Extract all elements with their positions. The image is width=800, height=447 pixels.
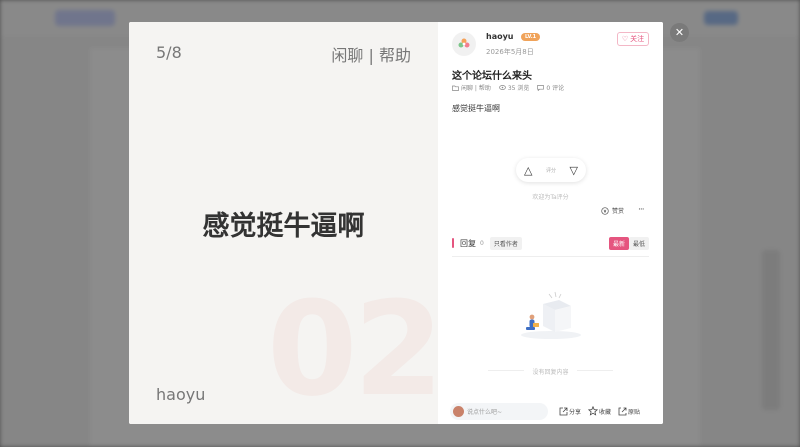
- post-date: 2026年5月8日: [486, 48, 534, 56]
- view-count-label: 35 浏览: [507, 85, 530, 92]
- sort-latest-button[interactable]: 最新: [608, 236, 629, 250]
- star-icon: [588, 406, 599, 416]
- comment-count: 0 评论: [537, 83, 564, 92]
- favorite-label: 收藏: [599, 408, 612, 416]
- more-options-button[interactable]: ···: [638, 205, 645, 215]
- post-content: 感觉挺牛逼啊: [452, 104, 500, 113]
- post-detail-panel: haoyu LV.1 2026年5月8日 ♡ 关注 这个论坛什么来头 闲聊 | …: [438, 22, 663, 424]
- share-icon: [559, 407, 568, 415]
- folder-icon: [452, 85, 459, 91]
- post-title: 这个论坛什么来头: [452, 71, 532, 82]
- image-viewer-panel: 02 5/8 闲聊 | 帮助 感觉挺牛逼啊 haoyu: [129, 22, 438, 424]
- upvote-button[interactable]: △: [524, 164, 532, 177]
- repost-label: 原贴: [628, 408, 641, 416]
- comment-placeholder: 说点什么吧~: [467, 408, 503, 416]
- favorite-button[interactable]: 收藏: [588, 406, 611, 416]
- reply-header: 回复 0 只看作者 最新 最低: [452, 236, 649, 250]
- watermark-number: 02: [267, 273, 438, 424]
- empty-box-illustration: [521, 291, 581, 339]
- rating-widget: △ 评分 ▽: [516, 158, 586, 182]
- reply-count: 0: [480, 239, 484, 247]
- comment-count-label: 0 评论: [546, 85, 565, 92]
- rating-hint: 欢迎为Ta评分: [532, 194, 569, 201]
- reply-sort-toggle: 最新 最低: [608, 236, 649, 250]
- post-footer: 说点什么吧~ 分享 收藏 原贴: [438, 398, 663, 424]
- post-viewer-modal: 02 5/8 闲聊 | 帮助 感觉挺牛逼啊 haoyu haoyu LV.1 2…: [129, 22, 663, 424]
- viewer-main-text: 感觉挺牛逼啊: [202, 211, 365, 242]
- viewer-author: haoyu: [156, 385, 206, 404]
- original-post-icon: [618, 407, 627, 415]
- post-meta: 闲聊 | 帮助 35 浏览 0 评论: [452, 83, 564, 92]
- tip-label: 赞赏: [612, 208, 625, 215]
- repost-button[interactable]: 原贴: [618, 406, 640, 416]
- user-avatar-small: [453, 405, 464, 417]
- sort-oldest-button[interactable]: 最低: [628, 236, 649, 250]
- follow-button[interactable]: ♡ 关注: [617, 32, 649, 46]
- heart-icon: ♡: [621, 35, 629, 43]
- reply-label: 回复: [460, 238, 476, 248]
- image-counter: 5/8: [156, 43, 182, 62]
- tip-button[interactable]: 赞赏: [601, 206, 624, 215]
- share-label: 分享: [569, 408, 582, 416]
- eye-icon: [498, 85, 506, 90]
- only-author-button[interactable]: 只看作者: [489, 236, 522, 250]
- comment-input[interactable]: 说点什么吧~: [450, 402, 548, 420]
- downvote-button[interactable]: ▽: [570, 164, 578, 177]
- rating-label: 评分: [545, 167, 556, 174]
- avatar[interactable]: [452, 32, 476, 56]
- post-category-label: 闲聊 | 帮助: [461, 85, 491, 92]
- coin-icon: [601, 206, 609, 215]
- post-category[interactable]: 闲聊 | 帮助: [452, 83, 491, 92]
- view-count: 35 浏览: [498, 83, 530, 92]
- level-badge: LV.1: [521, 33, 541, 41]
- avatar-flower-icon: [458, 38, 470, 48]
- reply-divider: [452, 256, 649, 257]
- close-button[interactable]: ✕: [670, 23, 689, 42]
- footer-actions: 分享 收藏 原贴: [559, 406, 640, 416]
- reply-accent-bar: [452, 238, 454, 248]
- empty-replies-text: 没有回复内容: [532, 369, 569, 376]
- close-icon: ✕: [674, 26, 685, 39]
- username[interactable]: haoyu: [486, 32, 514, 41]
- follow-label: 关注: [630, 35, 645, 43]
- comment-icon: [537, 84, 545, 91]
- viewer-category: 闲聊 | 帮助: [331, 46, 411, 65]
- share-button[interactable]: 分享: [559, 406, 581, 416]
